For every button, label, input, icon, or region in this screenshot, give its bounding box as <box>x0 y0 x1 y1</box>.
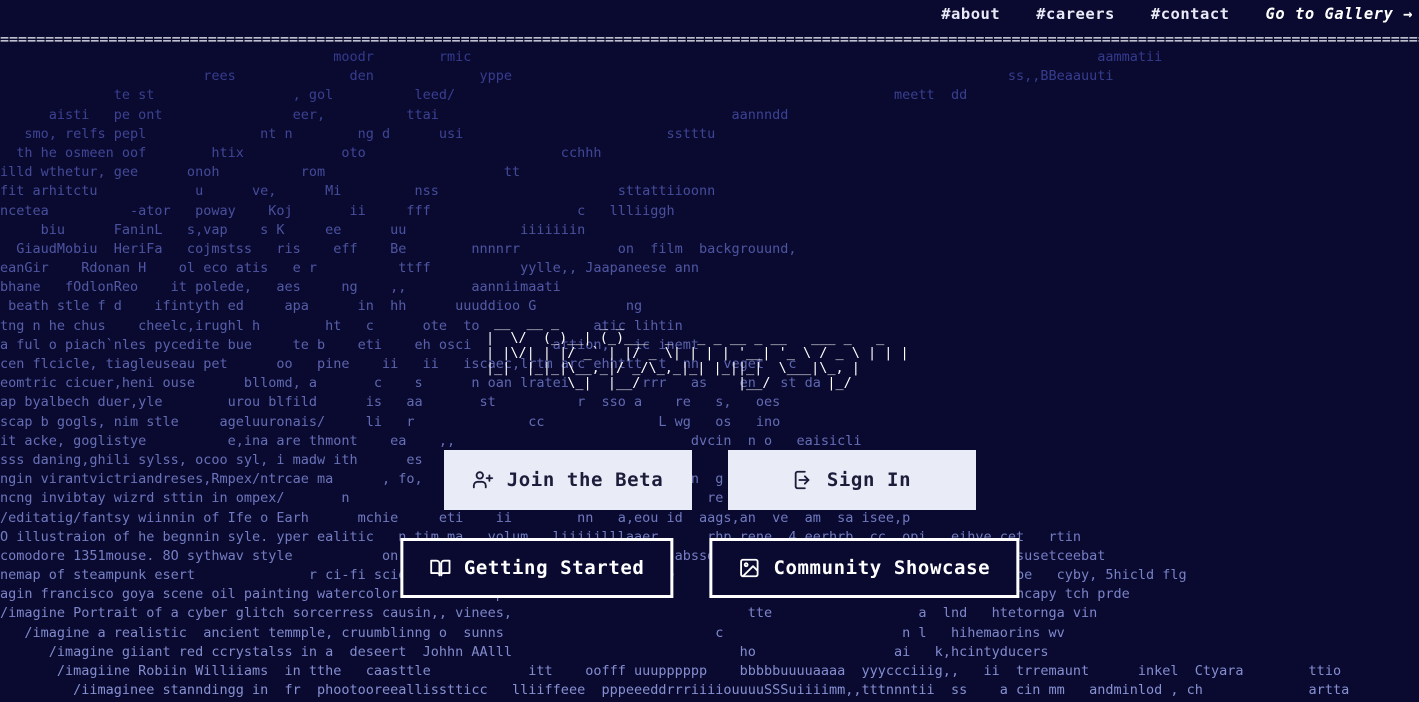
getting-started-button[interactable]: Getting Started <box>399 538 674 598</box>
ascii-background-line: it acke, goglistye e,ina are thmont ea ,… <box>0 432 862 449</box>
ascii-background-line: bhane fOdlonReo it polede, aes ng ,, aan… <box>0 279 561 296</box>
book-icon <box>429 557 451 579</box>
ascii-background-line: /imagine a realistic ancient temmple, cr… <box>0 624 1065 641</box>
landing-page: moodr rmic aammatii rees den yppe ss,,BB… <box>0 0 1419 702</box>
ascii-background-line: scap b gogls, nim stle ageluuronais/ li … <box>0 413 781 430</box>
user-plus-icon <box>472 469 494 491</box>
join-the-beta-button[interactable]: Join the Beta <box>443 450 692 510</box>
join-the-beta-label: Join the Beta <box>506 469 664 491</box>
ascii-background-line: fit arhitctu u ve, Mi nss sttattiioonn <box>0 183 716 200</box>
getting-started-label: Getting Started <box>463 557 645 579</box>
go-to-gallery-link[interactable]: Go to Gallery → <box>1266 5 1413 23</box>
ascii-background-line: a ful o piach`nles pycedite bue te b eti… <box>0 336 699 353</box>
ascii-background-line: /editatig/fantsy wiinnin of Ife o Earh m… <box>0 509 911 526</box>
nav-link-about[interactable]: #about <box>941 5 1000 23</box>
sign-in-button[interactable]: Sign In <box>727 450 976 510</box>
ascii-background-line: /imagine Portrait of a cyber glitch sorc… <box>0 605 1098 622</box>
ascii-background-line: moodr rmic aammatii <box>0 49 1163 65</box>
ascii-background-line: beath stle f d ifintyth ed apa in hh uuu… <box>0 298 643 315</box>
ascii-background-line: biu FaninL s,vap s K ee uu iiiiiiin <box>0 221 586 238</box>
community-showcase-label: Community Showcase <box>773 557 991 579</box>
ascii-background-line: /imagiine Robiin Williiams in tthe caast… <box>56 663 1342 679</box>
ascii-background-line: cen flcicle, tiagleuseau pet oo pine ii … <box>0 356 797 372</box>
ascii-background-line: ncetea -ator poway Koj ii fff c llliiggh <box>0 202 675 219</box>
ascii-background-line: smo, relfs pepl nt n ng d usi sstttu <box>0 125 716 142</box>
ascii-background-line: te st , gol leed/ meett dd <box>0 87 968 104</box>
top-navigation: #about #careers #contact Go to Gallery → <box>0 0 1419 28</box>
header-divider: ========================================… <box>0 30 1419 48</box>
ascii-background-line: eomtric cicuer,heni ouse bllomd, a c s n… <box>0 375 821 392</box>
sign-in-icon <box>792 469 814 491</box>
ascii-background-line: rees den yppe ss,,BBeaauuti <box>0 68 1114 85</box>
nav-link-careers[interactable]: #careers <box>1036 5 1115 23</box>
ascii-background: moodr rmic aammatii rees den yppe ss,,BB… <box>0 48 1419 702</box>
ascii-background-line: aisti pe ont eer, ttai aannndd <box>0 106 789 123</box>
ascii-background-line: GiaudMobiu HeriFa cojmstss ris eff Be nn… <box>0 240 797 257</box>
ascii-background-line: illd wthetur, gee onoh rom tt <box>0 164 521 181</box>
ascii-logo: __ __ _ _ _ | \/ (_)__| (_)___ _ _ _ __ … <box>485 315 909 391</box>
image-icon <box>738 557 760 579</box>
primary-button-row: Join the Beta Sign In <box>443 450 976 510</box>
ascii-background-line: ap byalbech duer,yle urou blfild is aa s… <box>0 394 781 411</box>
ascii-background-line: tng n he chus cheelc,irughl h ht c ote t… <box>0 317 683 334</box>
nav-link-contact[interactable]: #contact <box>1151 5 1230 23</box>
ascii-background-line: th he osmeen oof htix oto cchhh <box>0 144 602 161</box>
ascii-background-line: eanGir Rdonan H ol eco atis e r ttff yyl… <box>0 260 699 277</box>
community-showcase-button[interactable]: Community Showcase <box>709 538 1020 598</box>
ascii-background-line: /imagine giiant red ccrystalss in a dese… <box>0 643 1049 660</box>
secondary-button-row: Getting Started Community Showcase <box>399 538 1020 598</box>
ascii-background-line: /iimaginee stanndingg in fr phootooreeal… <box>73 682 1350 699</box>
sign-in-label: Sign In <box>826 469 912 491</box>
